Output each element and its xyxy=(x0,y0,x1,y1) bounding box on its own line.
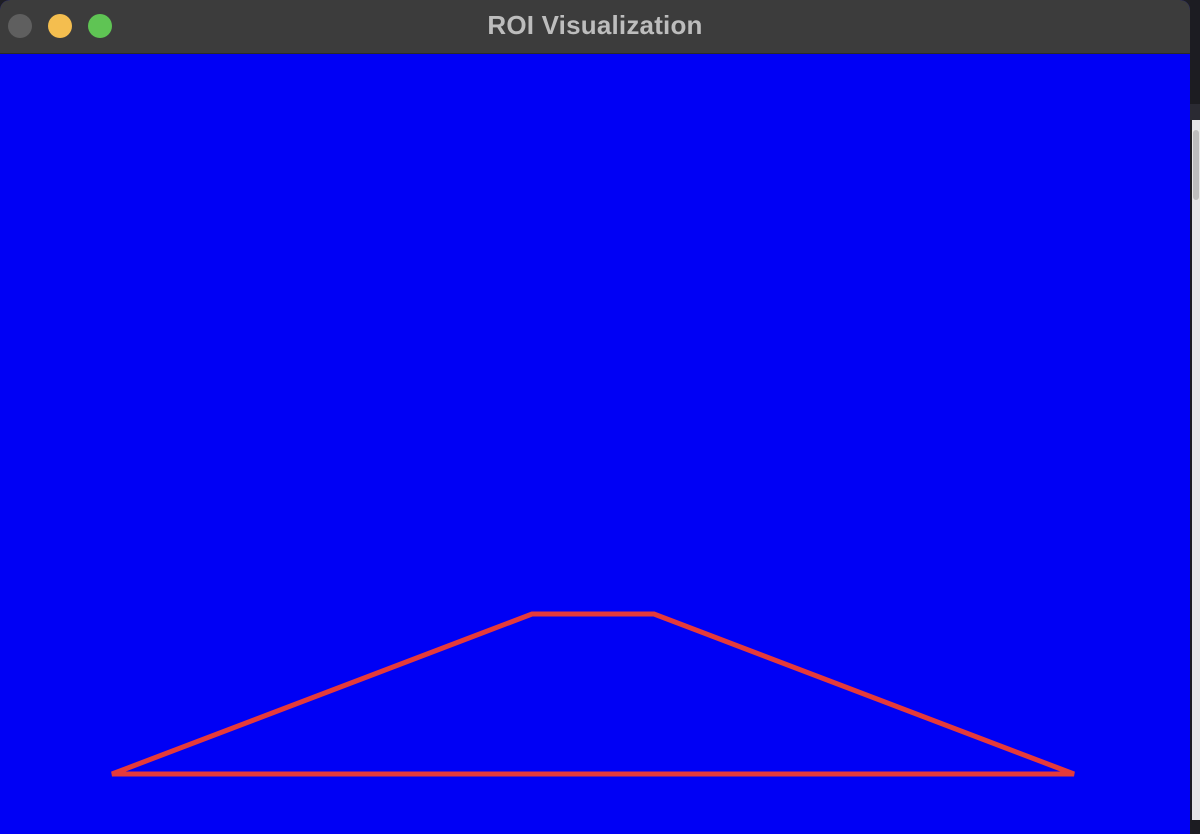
background-scrollbar-thumb[interactable] xyxy=(1193,130,1199,200)
window-titlebar[interactable]: ROI Visualization xyxy=(0,0,1190,54)
background-scrollbar-track[interactable] xyxy=(1192,120,1200,820)
roi-polygon xyxy=(111,611,1075,777)
roi-drawing xyxy=(111,611,1075,777)
roi-visualization-window: ROI Visualization xyxy=(0,0,1190,834)
window-title: ROI Visualization xyxy=(487,10,703,40)
background-app-toolbar-edge xyxy=(1190,104,1200,120)
roi-canvas xyxy=(0,54,1190,834)
